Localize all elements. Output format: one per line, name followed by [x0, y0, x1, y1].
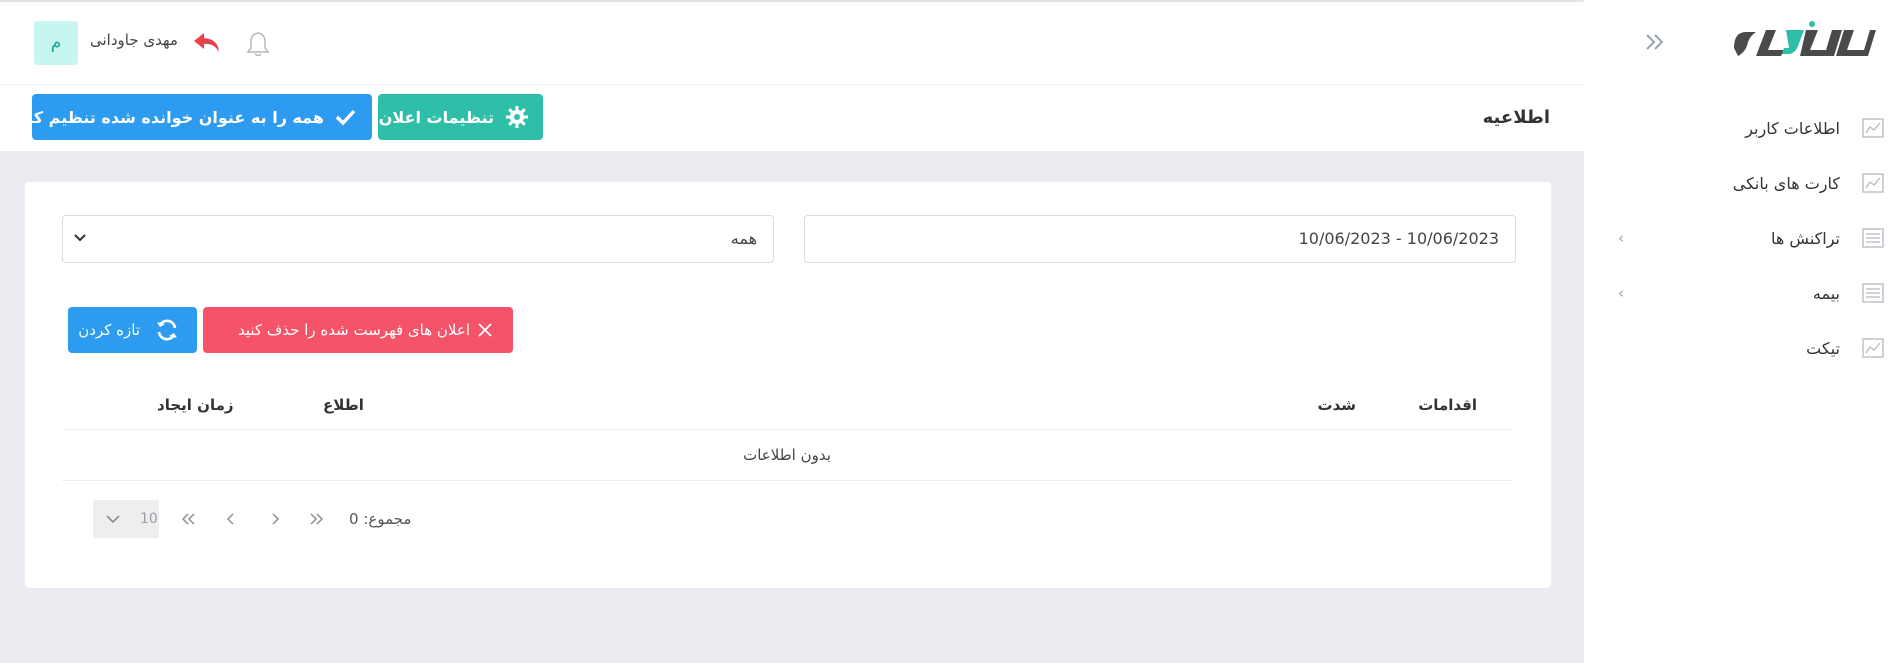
date-range-value: 10/06/2023 - 10/06/2023: [1298, 229, 1499, 248]
sidebar-item-bank-cards[interactable]: کارت های بانکی: [1584, 163, 1902, 203]
double-chevron-right-icon: [1646, 34, 1664, 50]
column-header-notice[interactable]: اطلاع: [323, 396, 364, 414]
empty-state-text: بدون اطلاعات: [743, 446, 831, 464]
delete-listed-button[interactable]: اعلان های فهرست شده را حذف کنید: [203, 307, 513, 353]
chevron-left-icon: ‹: [1618, 229, 1624, 247]
close-icon: [478, 323, 492, 337]
double-chevron-left-icon: [181, 513, 195, 525]
next-page-button[interactable]: [263, 506, 287, 532]
chevron-left-icon: ‹: [1618, 284, 1624, 302]
notification-settings-button[interactable]: تنظیمات اعلان: [378, 94, 543, 140]
top-header: م مهدی جاودانی: [0, 2, 1584, 85]
list-icon: [1862, 228, 1884, 248]
reply-arrow-icon[interactable]: [192, 28, 222, 58]
page-titlebar: اطلاعیه تنظیمات اعلان همه را به عنوان خو…: [0, 85, 1584, 151]
chevron-down-icon: [74, 234, 86, 242]
page-size-select[interactable]: 10: [93, 500, 159, 538]
first-page-button[interactable]: [176, 506, 200, 532]
check-icon: [335, 109, 356, 126]
chart-line-icon: [1862, 118, 1884, 138]
user-name[interactable]: مهدی جاودانی: [90, 31, 178, 49]
sidebar-item-label: اطلاعات کاربر: [1745, 118, 1840, 138]
brand-logo[interactable]: [1726, 18, 1876, 66]
avatar[interactable]: م: [34, 21, 78, 65]
page-size-value: 10: [140, 511, 158, 527]
date-range-picker[interactable]: 10/06/2023 - 10/06/2023: [804, 215, 1516, 263]
sidebar-item-label: تراکنش ها: [1771, 228, 1840, 248]
sidebar-item-label: بیمه: [1812, 283, 1840, 303]
previous-page-button[interactable]: [219, 506, 243, 532]
empty-table-row: بدون اطلاعات: [62, 429, 1512, 481]
column-header-severity[interactable]: شدت: [1318, 396, 1357, 414]
sidebar: اطلاعات کاربر کارت های بانکی تراکنش ها ‹…: [1583, 0, 1902, 663]
sidebar-item-user-info[interactable]: اطلاعات کاربر: [1584, 108, 1902, 148]
sidebar-collapse-button[interactable]: [1640, 28, 1670, 56]
chevron-right-icon: [272, 513, 280, 525]
chevron-down-icon: [106, 515, 120, 524]
notification-settings-label: تنظیمات اعلان: [378, 107, 494, 127]
page-title: اطلاعیه: [1482, 107, 1550, 128]
mark-all-read-label: همه را به عنوان خوانده شده تنظیم کنید: [11, 107, 324, 127]
chart-line-icon: [1862, 173, 1884, 193]
chevron-left-icon: [226, 513, 234, 525]
refresh-label: تازه کردن: [78, 321, 140, 339]
sidebar-item-insurance[interactable]: بیمه ‹: [1584, 273, 1902, 313]
sidebar-item-label: تیکت: [1806, 338, 1840, 358]
sidebar-item-ticket[interactable]: تیکت: [1584, 328, 1902, 368]
chart-line-icon: [1862, 338, 1884, 358]
refresh-button[interactable]: تازه کردن: [68, 307, 197, 353]
list-icon: [1862, 283, 1884, 303]
refresh-icon: [157, 319, 177, 341]
bell-icon[interactable]: [244, 30, 272, 58]
double-chevron-right-icon: [310, 513, 324, 525]
gear-icon: [506, 106, 528, 128]
column-header-actions[interactable]: اقدامات: [1418, 396, 1477, 414]
delete-listed-label: اعلان های فهرست شده را حذف کنید: [237, 321, 470, 339]
last-page-button[interactable]: [305, 506, 329, 532]
column-header-created-time[interactable]: زمان ایجاد: [157, 396, 234, 414]
notifications-card: 10/06/2023 - 10/06/2023 همه اعلان های فه…: [25, 182, 1551, 588]
pagination-total: مجموع: 0: [349, 510, 412, 528]
type-filter-select[interactable]: همه: [62, 215, 774, 263]
sidebar-item-transactions[interactable]: تراکنش ها ‹: [1584, 218, 1902, 258]
avatar-initial: م: [50, 33, 62, 53]
type-filter-value: همه: [730, 229, 757, 248]
sidebar-item-label: کارت های بانکی: [1732, 173, 1840, 193]
mark-all-read-button[interactable]: همه را به عنوان خوانده شده تنظیم کنید: [11, 94, 372, 140]
